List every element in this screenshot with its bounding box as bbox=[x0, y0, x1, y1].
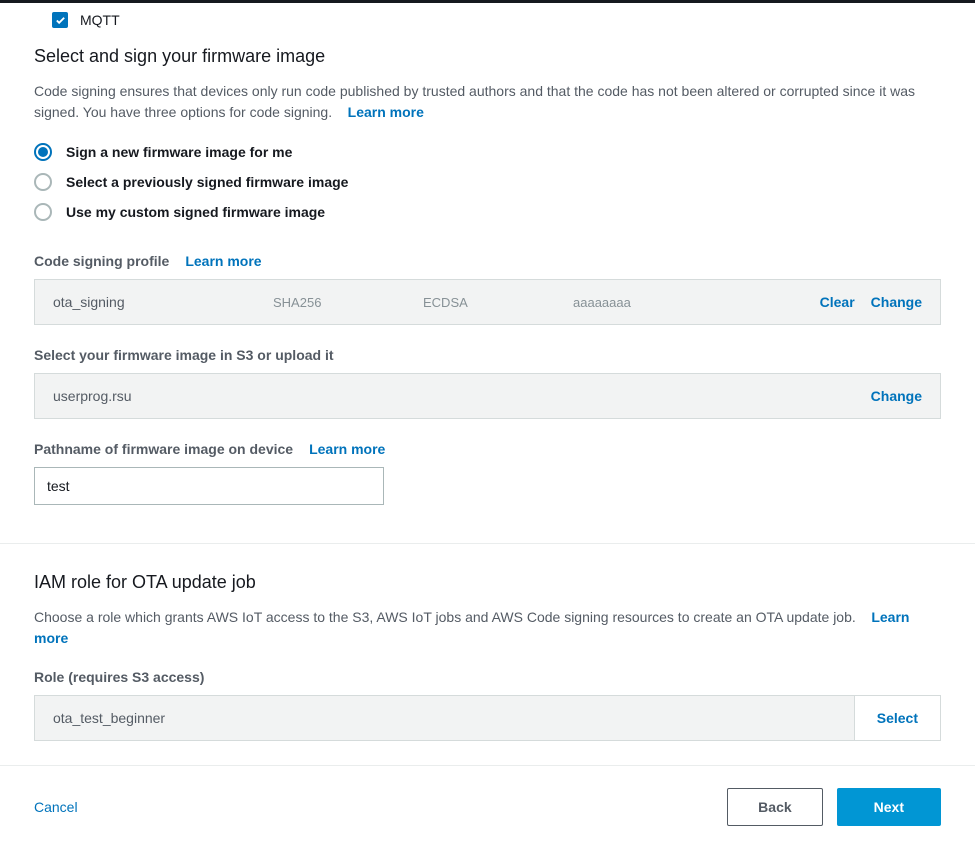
signing-profile-label-row: Code signing profile Learn more bbox=[34, 253, 941, 269]
signing-profile-algo: ECDSA bbox=[423, 295, 573, 310]
cancel-button[interactable]: Cancel bbox=[34, 799, 78, 815]
iam-role-label-row: Role (requires S3 access) bbox=[34, 669, 941, 685]
pathname-input[interactable] bbox=[34, 467, 384, 505]
firmware-description: Code signing ensures that devices only r… bbox=[34, 81, 941, 123]
radio-icon bbox=[34, 173, 52, 191]
iam-role-box: ota_test_beginner Select bbox=[34, 695, 941, 741]
radio-label-custom-signed: Use my custom signed firmware image bbox=[66, 204, 325, 220]
iam-role-heading: IAM role for OTA update job bbox=[34, 572, 941, 593]
signing-profile-change-button[interactable]: Change bbox=[871, 294, 922, 310]
iam-role-select-button[interactable]: Select bbox=[855, 695, 941, 741]
iam-role-value: ota_test_beginner bbox=[34, 695, 855, 741]
s3-image-change-button[interactable]: Change bbox=[871, 388, 922, 404]
signing-profile-name: ota_signing bbox=[53, 294, 273, 310]
firmware-learn-more-link[interactable]: Learn more bbox=[348, 104, 424, 120]
signing-profile-box: ota_signing SHA256 ECDSA aaaaaaaa Clear … bbox=[34, 279, 941, 325]
signing-profile-extra: aaaaaaaa bbox=[573, 295, 723, 310]
iam-role-desc-text: Choose a role which grants AWS IoT acces… bbox=[34, 609, 856, 625]
firmware-section: Select and sign your firmware image Code… bbox=[0, 46, 975, 543]
check-icon bbox=[55, 15, 66, 26]
firmware-heading: Select and sign your firmware image bbox=[34, 46, 941, 67]
pathname-label-row: Pathname of firmware image on device Lea… bbox=[34, 441, 941, 457]
iam-role-label: Role (requires S3 access) bbox=[34, 669, 204, 685]
iam-role-description: Choose a role which grants AWS IoT acces… bbox=[34, 607, 941, 649]
signing-profile-label: Code signing profile bbox=[34, 253, 169, 269]
radio-label-sign-new: Sign a new firmware image for me bbox=[66, 144, 292, 160]
pathname-label: Pathname of firmware image on device bbox=[34, 441, 293, 457]
signing-profile-clear-button[interactable]: Clear bbox=[820, 294, 855, 310]
mqtt-checkbox[interactable] bbox=[52, 12, 68, 28]
radio-icon bbox=[34, 203, 52, 221]
s3-image-label: Select your firmware image in S3 or uplo… bbox=[34, 347, 334, 363]
s3-image-label-row: Select your firmware image in S3 or uplo… bbox=[34, 347, 941, 363]
radio-previously-signed[interactable]: Select a previously signed firmware imag… bbox=[34, 173, 941, 191]
radio-icon bbox=[34, 143, 52, 161]
iam-role-section: IAM role for OTA update job Choose a rol… bbox=[0, 544, 975, 765]
mqtt-checkbox-row: MQTT bbox=[0, 3, 975, 46]
radio-custom-signed[interactable]: Use my custom signed firmware image bbox=[34, 203, 941, 221]
radio-sign-new[interactable]: Sign a new firmware image for me bbox=[34, 143, 941, 161]
signing-profile-hash: SHA256 bbox=[273, 295, 423, 310]
s3-image-value: userprog.rsu bbox=[53, 388, 132, 404]
pathname-learn-more-link[interactable]: Learn more bbox=[309, 441, 385, 457]
footer: Cancel Back Next bbox=[0, 765, 975, 844]
signing-profile-learn-more-link[interactable]: Learn more bbox=[185, 253, 261, 269]
radio-label-previously-signed: Select a previously signed firmware imag… bbox=[66, 174, 348, 190]
s3-image-box: userprog.rsu Change bbox=[34, 373, 941, 419]
mqtt-label: MQTT bbox=[80, 12, 120, 28]
back-button[interactable]: Back bbox=[727, 788, 822, 826]
next-button[interactable]: Next bbox=[837, 788, 941, 826]
signing-radio-group: Sign a new firmware image for me Select … bbox=[34, 143, 941, 221]
signing-profile-actions: Clear Change bbox=[820, 294, 922, 310]
firmware-desc-text: Code signing ensures that devices only r… bbox=[34, 83, 915, 120]
